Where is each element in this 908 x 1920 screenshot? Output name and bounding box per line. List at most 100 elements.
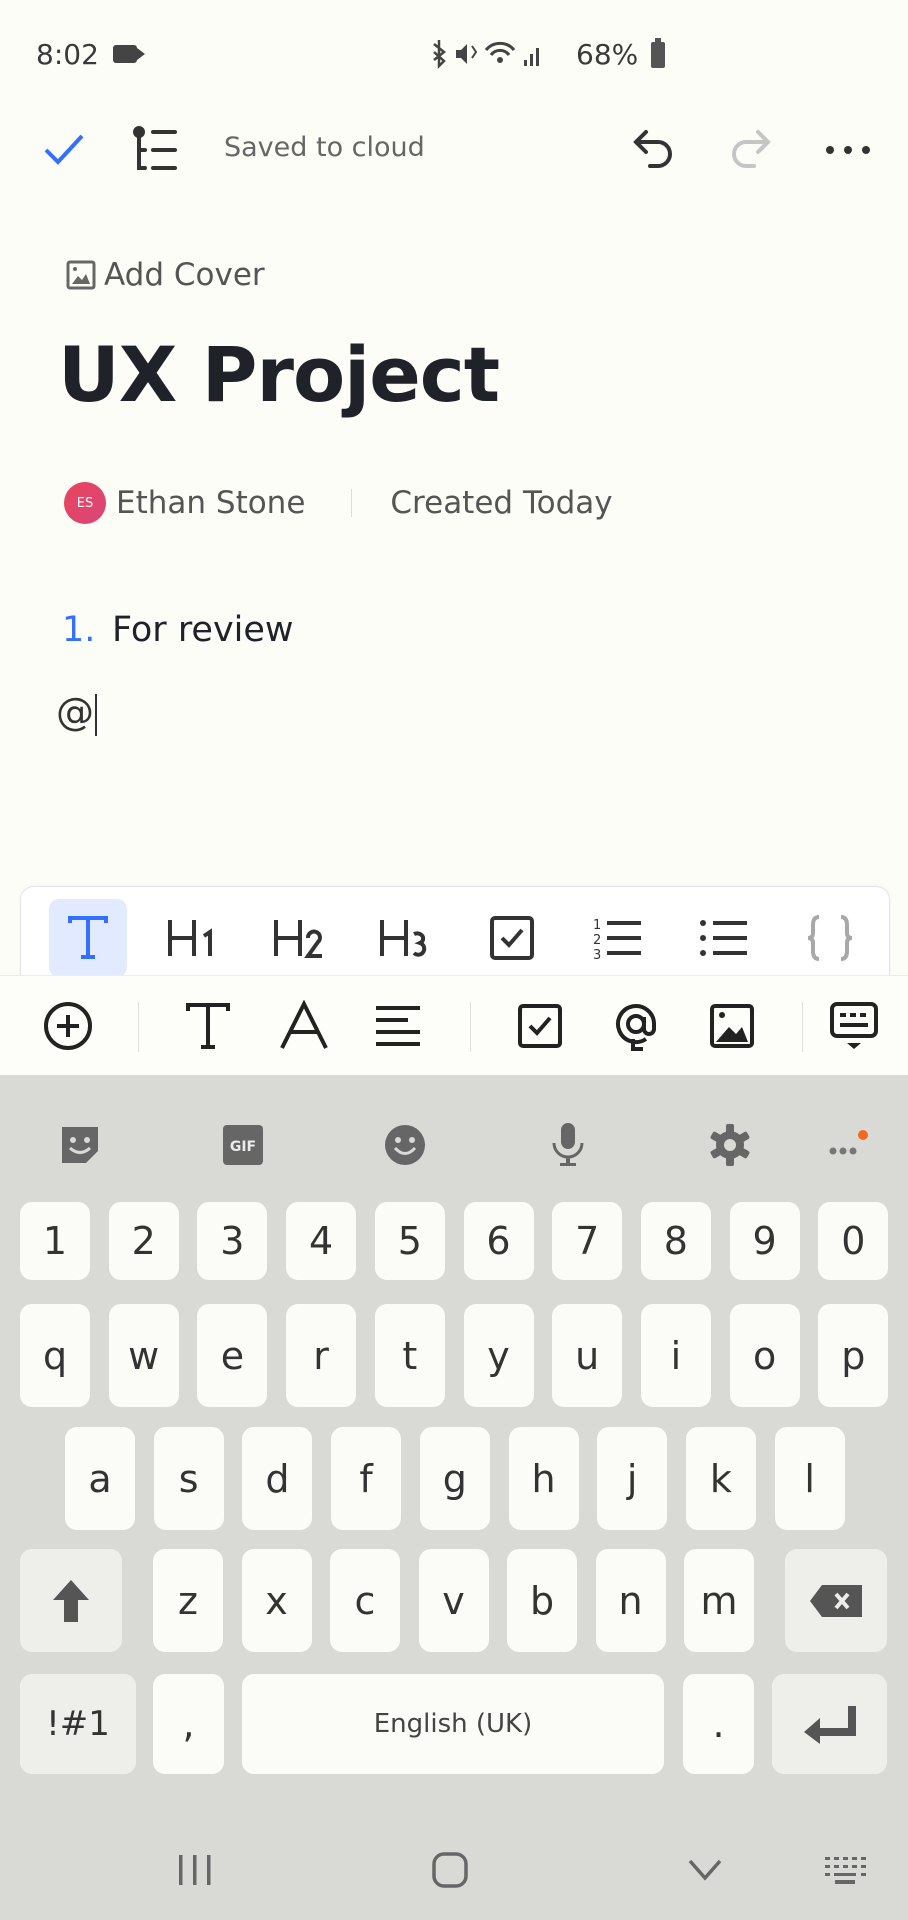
gear-icon (710, 1124, 750, 1166)
insert-image-button[interactable] (700, 994, 764, 1058)
shift-key[interactable] (20, 1549, 122, 1652)
heading2-icon (274, 920, 322, 958)
gif-button[interactable]: GIF (213, 1115, 273, 1175)
code-block-button[interactable] (791, 899, 869, 977)
key-4[interactable]: 4 (286, 1202, 357, 1280)
outline-button[interactable] (126, 120, 186, 180)
font-icon (280, 1000, 328, 1049)
checkbox-button[interactable] (473, 899, 551, 977)
hide-keyboard-button[interactable] (822, 994, 886, 1058)
key-m[interactable]: m (684, 1549, 754, 1652)
key-b[interactable]: b (507, 1549, 577, 1652)
key-u[interactable]: u (552, 1304, 623, 1407)
symbols-key[interactable]: !#1 (20, 1674, 136, 1774)
status-time: 8:02 (36, 38, 99, 71)
key-6[interactable]: 6 (463, 1202, 534, 1280)
ordered-list-button[interactable]: 123 (579, 899, 657, 977)
key-s[interactable]: s (153, 1427, 224, 1530)
emoji-button[interactable] (375, 1115, 435, 1175)
more-icon (826, 146, 870, 154)
outline-icon (133, 126, 177, 170)
heading2-button[interactable] (261, 899, 339, 977)
key-p[interactable]: p (818, 1304, 889, 1407)
key-y[interactable]: y (463, 1304, 534, 1407)
key-t[interactable]: t (374, 1304, 445, 1407)
undo-button[interactable] (624, 120, 684, 180)
bullet-list-button[interactable] (685, 899, 763, 977)
heading1-icon (168, 920, 212, 956)
recent-apps-button[interactable] (160, 1840, 230, 1900)
connectivity-icons (433, 40, 539, 70)
home-button[interactable] (415, 1840, 485, 1900)
key-7[interactable]: 7 (552, 1202, 623, 1280)
gif-icon: GIF (223, 1125, 263, 1165)
list-item[interactable]: 1. For review (62, 610, 294, 650)
key-a[interactable]: a (65, 1427, 135, 1530)
key-0[interactable]: 0 (818, 1202, 889, 1280)
key-i[interactable]: i (640, 1304, 711, 1407)
key-3[interactable]: 3 (197, 1202, 268, 1280)
keyboard-settings-button[interactable] (700, 1115, 760, 1175)
space-key[interactable]: English (UK) (242, 1674, 664, 1774)
add-cover-button[interactable]: Add Cover (66, 257, 265, 293)
check-icon (44, 134, 84, 165)
more-options-button[interactable] (818, 120, 878, 180)
comma-key[interactable]: , (153, 1674, 224, 1774)
text-style-button[interactable] (176, 994, 240, 1058)
text-cursor (95, 693, 97, 736)
shift-arrow-icon (53, 1579, 89, 1622)
key-v[interactable]: v (418, 1549, 489, 1652)
key-j[interactable]: j (597, 1427, 668, 1530)
key-d[interactable]: d (242, 1427, 313, 1530)
font-button[interactable] (272, 994, 336, 1058)
key-l[interactable]: l (774, 1427, 845, 1530)
task-button[interactable] (508, 994, 572, 1058)
key-5[interactable]: 5 (374, 1202, 445, 1280)
mention-icon (616, 1004, 656, 1051)
enter-key[interactable] (772, 1674, 887, 1774)
key-h[interactable]: h (508, 1427, 579, 1530)
voice-input-button[interactable] (538, 1115, 598, 1175)
key-e[interactable]: e (197, 1304, 268, 1407)
sticker-button[interactable] (50, 1115, 110, 1175)
key-o[interactable]: o (729, 1304, 800, 1407)
list-text: For review (112, 610, 294, 650)
align-button[interactable] (366, 994, 430, 1058)
key-n[interactable]: n (595, 1549, 666, 1652)
keyboard-switch-button[interactable] (810, 1840, 880, 1900)
add-cover-label: Add Cover (104, 257, 265, 293)
key-w[interactable]: w (108, 1304, 179, 1407)
image-icon (710, 1004, 754, 1048)
key-9[interactable]: 9 (729, 1202, 800, 1280)
period-key[interactable]: . (683, 1674, 754, 1774)
redo-icon (732, 130, 771, 168)
key-8[interactable]: 8 (640, 1202, 711, 1280)
heading3-button[interactable] (367, 899, 445, 977)
backspace-key[interactable] (785, 1549, 887, 1652)
list-number: 1. (62, 610, 96, 650)
done-button[interactable] (36, 122, 92, 178)
author-name[interactable]: Ethan Stone (116, 485, 305, 521)
document-title[interactable]: UX Project (58, 330, 500, 419)
key-g[interactable]: g (419, 1427, 490, 1530)
key-k[interactable]: k (685, 1427, 756, 1530)
key-r[interactable]: r (286, 1304, 357, 1407)
add-block-button[interactable] (36, 994, 100, 1058)
key-2[interactable]: 2 (108, 1202, 179, 1280)
editor-current-line[interactable]: @ (56, 690, 97, 736)
avatar[interactable]: ES (64, 482, 106, 524)
insert-toolbar (0, 975, 908, 1075)
key-1[interactable]: 1 (20, 1202, 90, 1280)
key-f[interactable]: f (331, 1427, 402, 1530)
back-button[interactable] (670, 1840, 740, 1900)
text-format-button[interactable] (49, 899, 127, 977)
gif-label: GIF (230, 1139, 256, 1155)
key-q[interactable]: q (20, 1304, 90, 1407)
heading1-button[interactable] (155, 899, 233, 977)
key-z[interactable]: z (153, 1549, 223, 1652)
mention-button[interactable] (604, 994, 668, 1058)
key-x[interactable]: x (241, 1549, 312, 1652)
key-c[interactable]: c (330, 1549, 400, 1652)
keyboard-more-button[interactable] (818, 1115, 878, 1175)
redo-button[interactable] (720, 120, 780, 180)
